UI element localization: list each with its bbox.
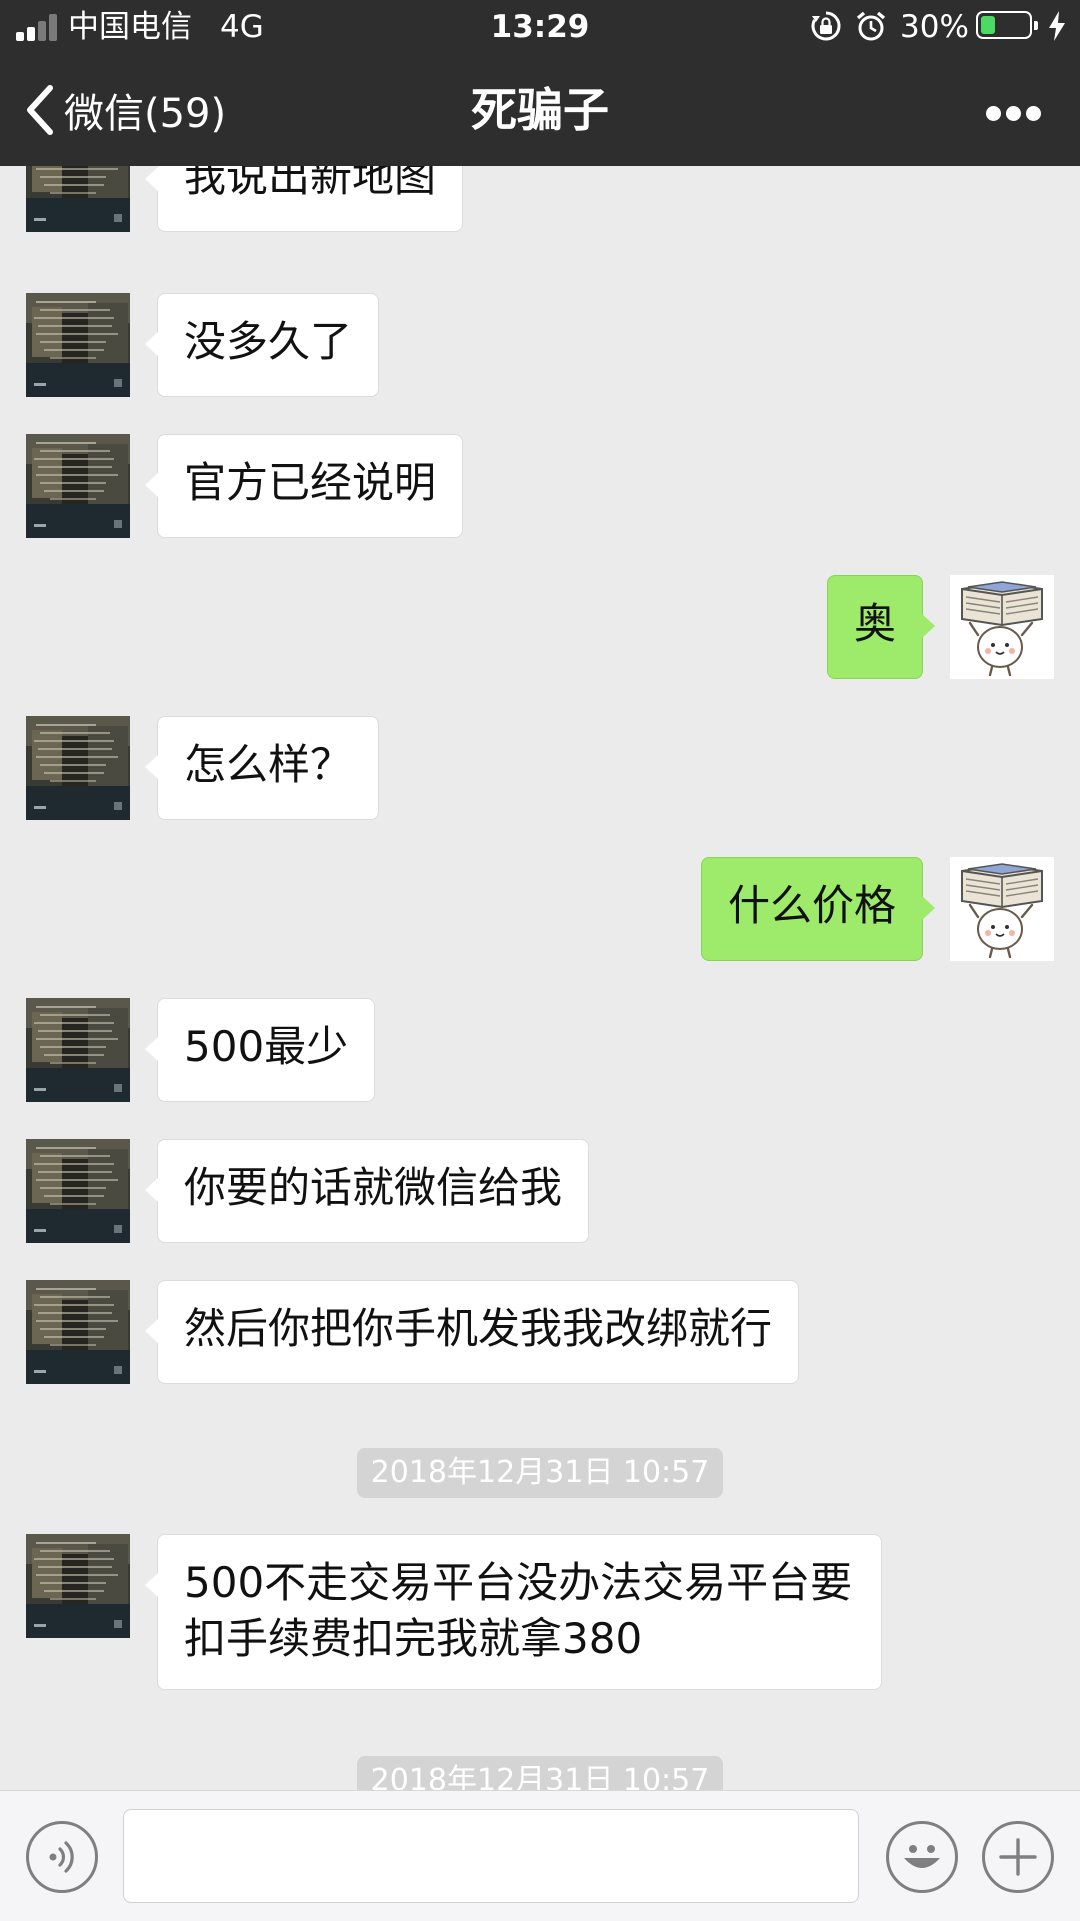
message-bubble-received[interactable]: 500最少: [144, 998, 376, 1102]
battery-icon: [976, 11, 1038, 39]
chat-area[interactable]: 我说出新地图 没多久了 官方已经说明 奥 怎么样？ 什么价格 500最少 你要的…: [0, 166, 1080, 1790]
emoji-icon: [904, 1845, 940, 1868]
more-icon[interactable]: [986, 106, 1042, 122]
contact-avatar[interactable]: [26, 998, 130, 1102]
contact-avatar[interactable]: [26, 434, 130, 538]
message-bubble-received[interactable]: 500不走交易平台没办法交易平台要扣手续费扣完我就拿380: [145, 1534, 882, 1690]
message-row: 官方已经说明: [0, 434, 1080, 538]
message-row: 奥: [0, 575, 1080, 679]
message-bubble-received[interactable]: 官方已经说明: [144, 434, 464, 538]
message-row: 500不走交易平台没办法交易平台要扣手续费扣完我就拿380: [0, 1534, 1080, 1690]
timestamp: 2018年12月31日 10:57: [0, 1448, 1080, 1498]
timestamp: 2018年12月31日 10:57: [0, 1756, 1080, 1790]
voice-icon: [49, 1841, 74, 1873]
message-input[interactable]: [123, 1809, 859, 1903]
message-row: 怎么样？: [0, 716, 1080, 820]
alarm-icon: [856, 11, 886, 41]
my-avatar[interactable]: [950, 575, 1054, 679]
message-bubble-sent[interactable]: 什么价格: [700, 857, 936, 961]
charging-icon: [1049, 11, 1065, 41]
add-icon: [999, 1838, 1037, 1876]
status-bar: 中国电信 4G 13:29 30%: [0, 0, 1080, 54]
my-avatar[interactable]: [950, 857, 1054, 961]
rotation-lock-icon: [811, 11, 841, 41]
message-bubble-received[interactable]: 怎么样？: [144, 716, 380, 820]
contact-avatar[interactable]: [26, 293, 130, 397]
emoji-button[interactable]: [886, 1821, 958, 1893]
message-bubble-received[interactable]: 然后你把你手机发我我改绑就行: [144, 1280, 800, 1384]
message-row: 然后你把你手机发我我改绑就行: [0, 1280, 1080, 1384]
message-bubble-sent[interactable]: 奥: [826, 575, 936, 679]
chat-title: 死骗子: [471, 83, 609, 137]
timestamp-label: 2018年12月31日 10:57: [356, 1448, 724, 1498]
contact-avatar[interactable]: [26, 1139, 130, 1243]
message-row: 500最少: [0, 998, 1080, 1102]
message-bubble-received[interactable]: 没多久了: [144, 293, 380, 397]
message-row: 没多久了: [0, 293, 1080, 397]
add-button[interactable]: [982, 1821, 1054, 1893]
contact-avatar[interactable]: [26, 1534, 130, 1638]
contact-avatar[interactable]: [26, 166, 130, 232]
message-bubble-received[interactable]: 我说出新地图: [144, 166, 464, 232]
contact-avatar[interactable]: [26, 716, 130, 820]
message-row: 什么价格: [0, 857, 1080, 961]
contact-avatar[interactable]: [26, 1280, 130, 1384]
message-row: 你要的话就微信给我: [0, 1139, 1080, 1243]
battery-percentage: 30%: [900, 9, 969, 45]
timestamp-label: 2018年12月31日 10:57: [356, 1756, 724, 1790]
battery-level: [981, 16, 995, 34]
voice-button[interactable]: [26, 1821, 98, 1893]
top-bar: 中国电信 4G 13:29 30% 微信(59) 死骗子: [0, 0, 1080, 166]
message-bubble-received[interactable]: 你要的话就微信给我: [144, 1139, 590, 1243]
message-row: 我说出新地图: [0, 166, 1080, 232]
nav-bar: 微信(59) 死骗子: [0, 54, 1080, 166]
input-bar: [0, 1790, 1080, 1921]
